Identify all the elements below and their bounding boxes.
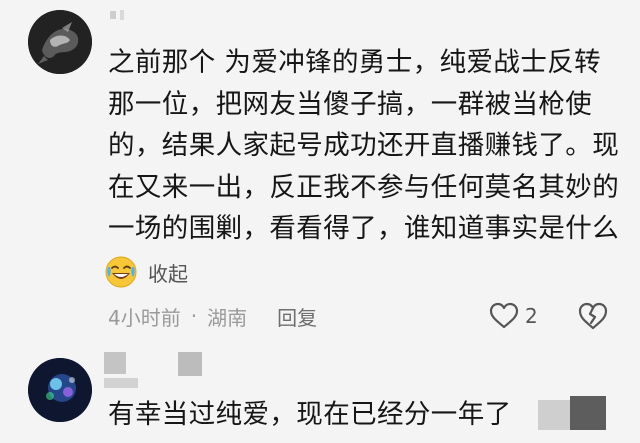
- user-avatar[interactable]: [28, 358, 92, 422]
- username-blurred: [110, 10, 124, 20]
- reply-button[interactable]: 回复: [277, 302, 317, 331]
- laughing-crying-emoji-icon: [105, 256, 137, 288]
- redacted-content: [538, 400, 572, 430]
- like-button[interactable]: 2: [489, 300, 538, 332]
- user-avatar[interactable]: [28, 10, 92, 74]
- heart-outline-icon: [489, 302, 519, 329]
- comment-thread: 之前那个 为爱冲锋的勇士，纯爱战士反转 那一位，把网友当傻子搞，一群被当枪使 的…: [0, 0, 640, 443]
- comment-text: 有幸当过纯爱，现在已经分一年了: [108, 399, 512, 430]
- like-count: 2: [525, 304, 538, 328]
- avatar-image: [28, 10, 92, 74]
- redacted-username: [104, 378, 138, 388]
- avatar-image: [28, 358, 92, 422]
- redacted-content: [570, 396, 606, 430]
- comment-text-line: 那一位，把网友当傻子搞，一群被当枪使: [108, 88, 593, 120]
- comment-timestamp: 4小时前: [108, 305, 181, 330]
- collapse-label: 收起: [148, 261, 188, 286]
- comment-text-line: 一场的围剿，看看得了，谁知道事实是什么: [108, 213, 620, 244]
- broken-heart-icon[interactable]: [578, 301, 608, 331]
- comment-text: 之前那个 为爱冲锋的勇士，纯爱战士反转 那一位，把网友当傻子搞，一群被当枪使 的…: [108, 42, 628, 250]
- comment-region: 湖南: [207, 305, 248, 330]
- comment-text-line: 的，结果人家起号成功还开直播赚钱了。现: [108, 130, 620, 161]
- redacted-username: [104, 352, 126, 374]
- comment-text-line: 在又来一出，反正我不参与任何莫名其妙的: [108, 171, 620, 203]
- collapse-button[interactable]: 收起: [104, 254, 188, 290]
- redacted-username: [178, 352, 202, 376]
- meta-separator: ·: [190, 304, 198, 328]
- comment-text-line: 之前那个 为爱冲锋的勇士，纯爱战士反转: [108, 47, 602, 78]
